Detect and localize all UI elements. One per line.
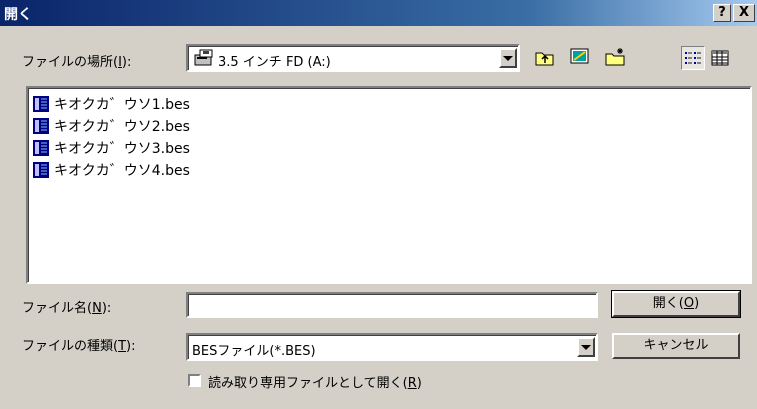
file-item[interactable]: キオクカ゛ウソ4.bes: [32, 159, 190, 181]
file-item[interactable]: キオクカ゛ウソ2.bes: [32, 115, 190, 137]
file-name: キオクカ゛ウソ1.bes: [54, 97, 190, 113]
new-folder-icon: [605, 48, 625, 66]
open-button[interactable]: 開く(O): [611, 290, 741, 318]
file-name: キオクカ゛ウソ2.bes: [54, 119, 190, 135]
window-title: 開く: [4, 7, 32, 23]
filename-input[interactable]: [186, 292, 598, 318]
new-folder-button[interactable]: [604, 45, 628, 69]
details-view-button[interactable]: [708, 46, 732, 70]
chevron-down-icon: [503, 55, 513, 61]
file-item[interactable]: キオクカ゛ウソ1.bes: [32, 93, 190, 115]
bes-file-icon: [33, 118, 49, 134]
location-value: 3.5 インチ FD (A:): [218, 55, 331, 70]
up-folder-button[interactable]: [533, 46, 557, 70]
list-view-button[interactable]: [681, 46, 705, 70]
filetype-dropdown-arrow[interactable]: [577, 337, 595, 357]
file-name: キオクカ゛ウソ3.bes: [54, 141, 190, 157]
location-dropdown[interactable]: 3.5 インチ FD (A:): [186, 44, 520, 72]
title-bar[interactable]: 開く ? X: [0, 0, 757, 26]
location-dropdown-arrow[interactable]: [499, 48, 517, 68]
up-folder-icon: [535, 52, 554, 66]
bes-file-icon: [33, 162, 49, 178]
readonly-label[interactable]: 読み取り専用ファイルとして開く(R): [208, 372, 422, 391]
close-button[interactable]: X: [733, 4, 755, 22]
cancel-button[interactable]: キャンセル: [612, 333, 740, 359]
details-view-icon: [711, 50, 729, 66]
list-view-icon: [685, 52, 701, 64]
desktop-icon: [570, 48, 589, 64]
filetype-label: ファイルの種類(T):: [22, 339, 136, 354]
file-name: キオクカ゛ウソ4.bes: [54, 163, 190, 179]
help-button[interactable]: ?: [713, 4, 731, 22]
file-list[interactable]: キオクカ゛ウソ1.bes キオクカ゛ウソ2.bes キオクカ゛ウソ3.bes キ…: [26, 86, 752, 284]
filename-label: ファイル名(N):: [22, 301, 112, 316]
filetype-value: BESファイル(*.BES): [192, 344, 316, 359]
chevron-down-icon: [581, 344, 591, 350]
location-label: ファイルの場所(I):: [22, 55, 132, 70]
floppy-drive-icon: [194, 49, 214, 71]
filetype-dropdown[interactable]: BESファイル(*.BES): [186, 333, 598, 361]
bes-file-icon: [33, 96, 49, 112]
file-item[interactable]: キオクカ゛ウソ3.bes: [32, 137, 190, 159]
desktop-button[interactable]: [568, 45, 592, 69]
readonly-checkbox[interactable]: [188, 374, 201, 387]
bes-file-icon: [33, 140, 49, 156]
